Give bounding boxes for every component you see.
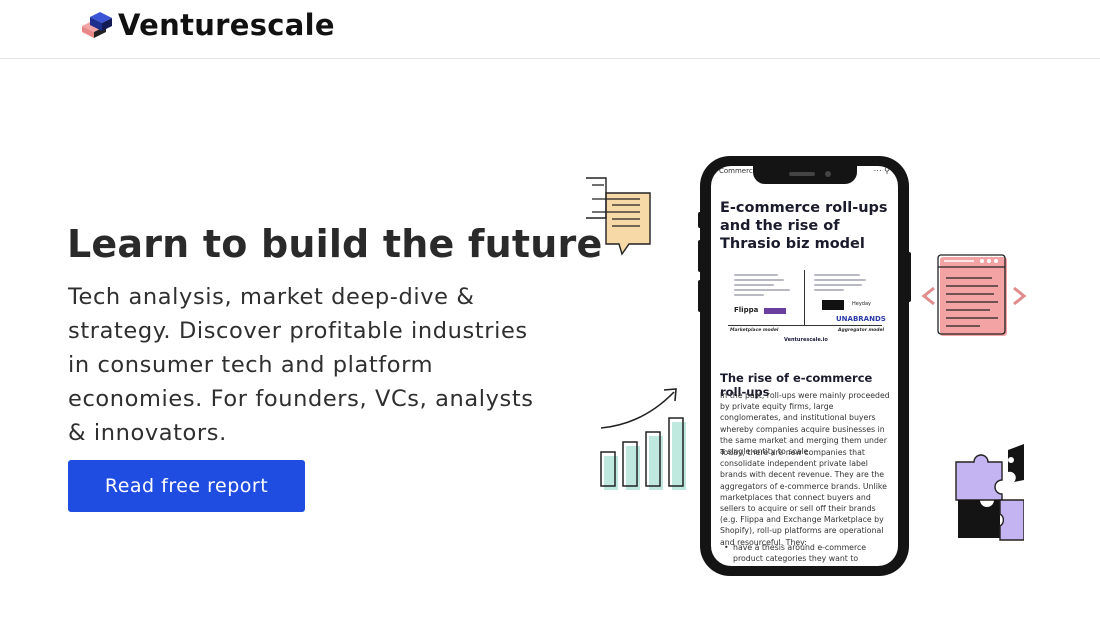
figure-logo-tag bbox=[764, 308, 786, 314]
logo-cube-icon bbox=[82, 12, 112, 38]
figure-text-line bbox=[734, 284, 774, 286]
hero-description: Tech analysis, market deep-dive & strate… bbox=[68, 284, 534, 446]
article-title: E-commerce roll-ups and the rise of Thra… bbox=[720, 200, 888, 252]
screen-top-bar-text: Commerc bbox=[719, 167, 753, 175]
article-figure: Flippa Heyday UNABRANDS Marketplace mode… bbox=[724, 270, 886, 350]
read-free-report-button[interactable]: Read free report bbox=[68, 460, 305, 512]
chat-bubble-icon bbox=[586, 177, 651, 256]
phone-screen: Commerc ⋯ ⚲ E-commerce roll-ups and the … bbox=[711, 166, 898, 566]
figure-text-line bbox=[814, 284, 862, 286]
unabrands-logo: UNABRANDS bbox=[836, 315, 886, 323]
figure-right-label: Aggregator model bbox=[838, 328, 885, 333]
figure-text-line bbox=[734, 289, 790, 291]
figure-text-line bbox=[734, 274, 778, 276]
screen-search-icon: ⋯ ⚲ bbox=[873, 166, 890, 175]
phone-notch bbox=[752, 166, 857, 184]
puzzle-icon bbox=[955, 444, 1024, 541]
figure-text-line bbox=[734, 294, 764, 296]
figure-text-line bbox=[814, 289, 844, 291]
figure-divider bbox=[804, 270, 805, 325]
figure-brand: Venturescale.io bbox=[784, 337, 828, 343]
figure-text-line bbox=[814, 279, 866, 281]
figure-logo-box bbox=[822, 300, 844, 310]
site-header: Venturescale bbox=[0, 0, 1100, 59]
figure-axis bbox=[728, 325, 882, 326]
figure-left-label: Marketplace model bbox=[730, 328, 779, 333]
figure-text-line bbox=[734, 279, 784, 281]
article-bullet: have a thesis around e-commerce product … bbox=[724, 542, 889, 566]
hero-title: Learn to build the future bbox=[67, 222, 603, 266]
phone-frame: Commerc ⋯ ⚲ E-commerce roll-ups and the … bbox=[700, 156, 909, 576]
growth-chart-icon bbox=[600, 388, 686, 490]
brand-name: Venturescale bbox=[118, 8, 335, 42]
article-paragraph: Today, there are new companies that cons… bbox=[720, 448, 887, 547]
browser-window-icon bbox=[921, 254, 1027, 336]
flippa-logo: Flippa bbox=[734, 306, 759, 314]
heyday-logo: Heyday bbox=[852, 301, 871, 307]
figure-text-line bbox=[814, 274, 860, 276]
logo-link[interactable]: Venturescale bbox=[80, 10, 335, 40]
